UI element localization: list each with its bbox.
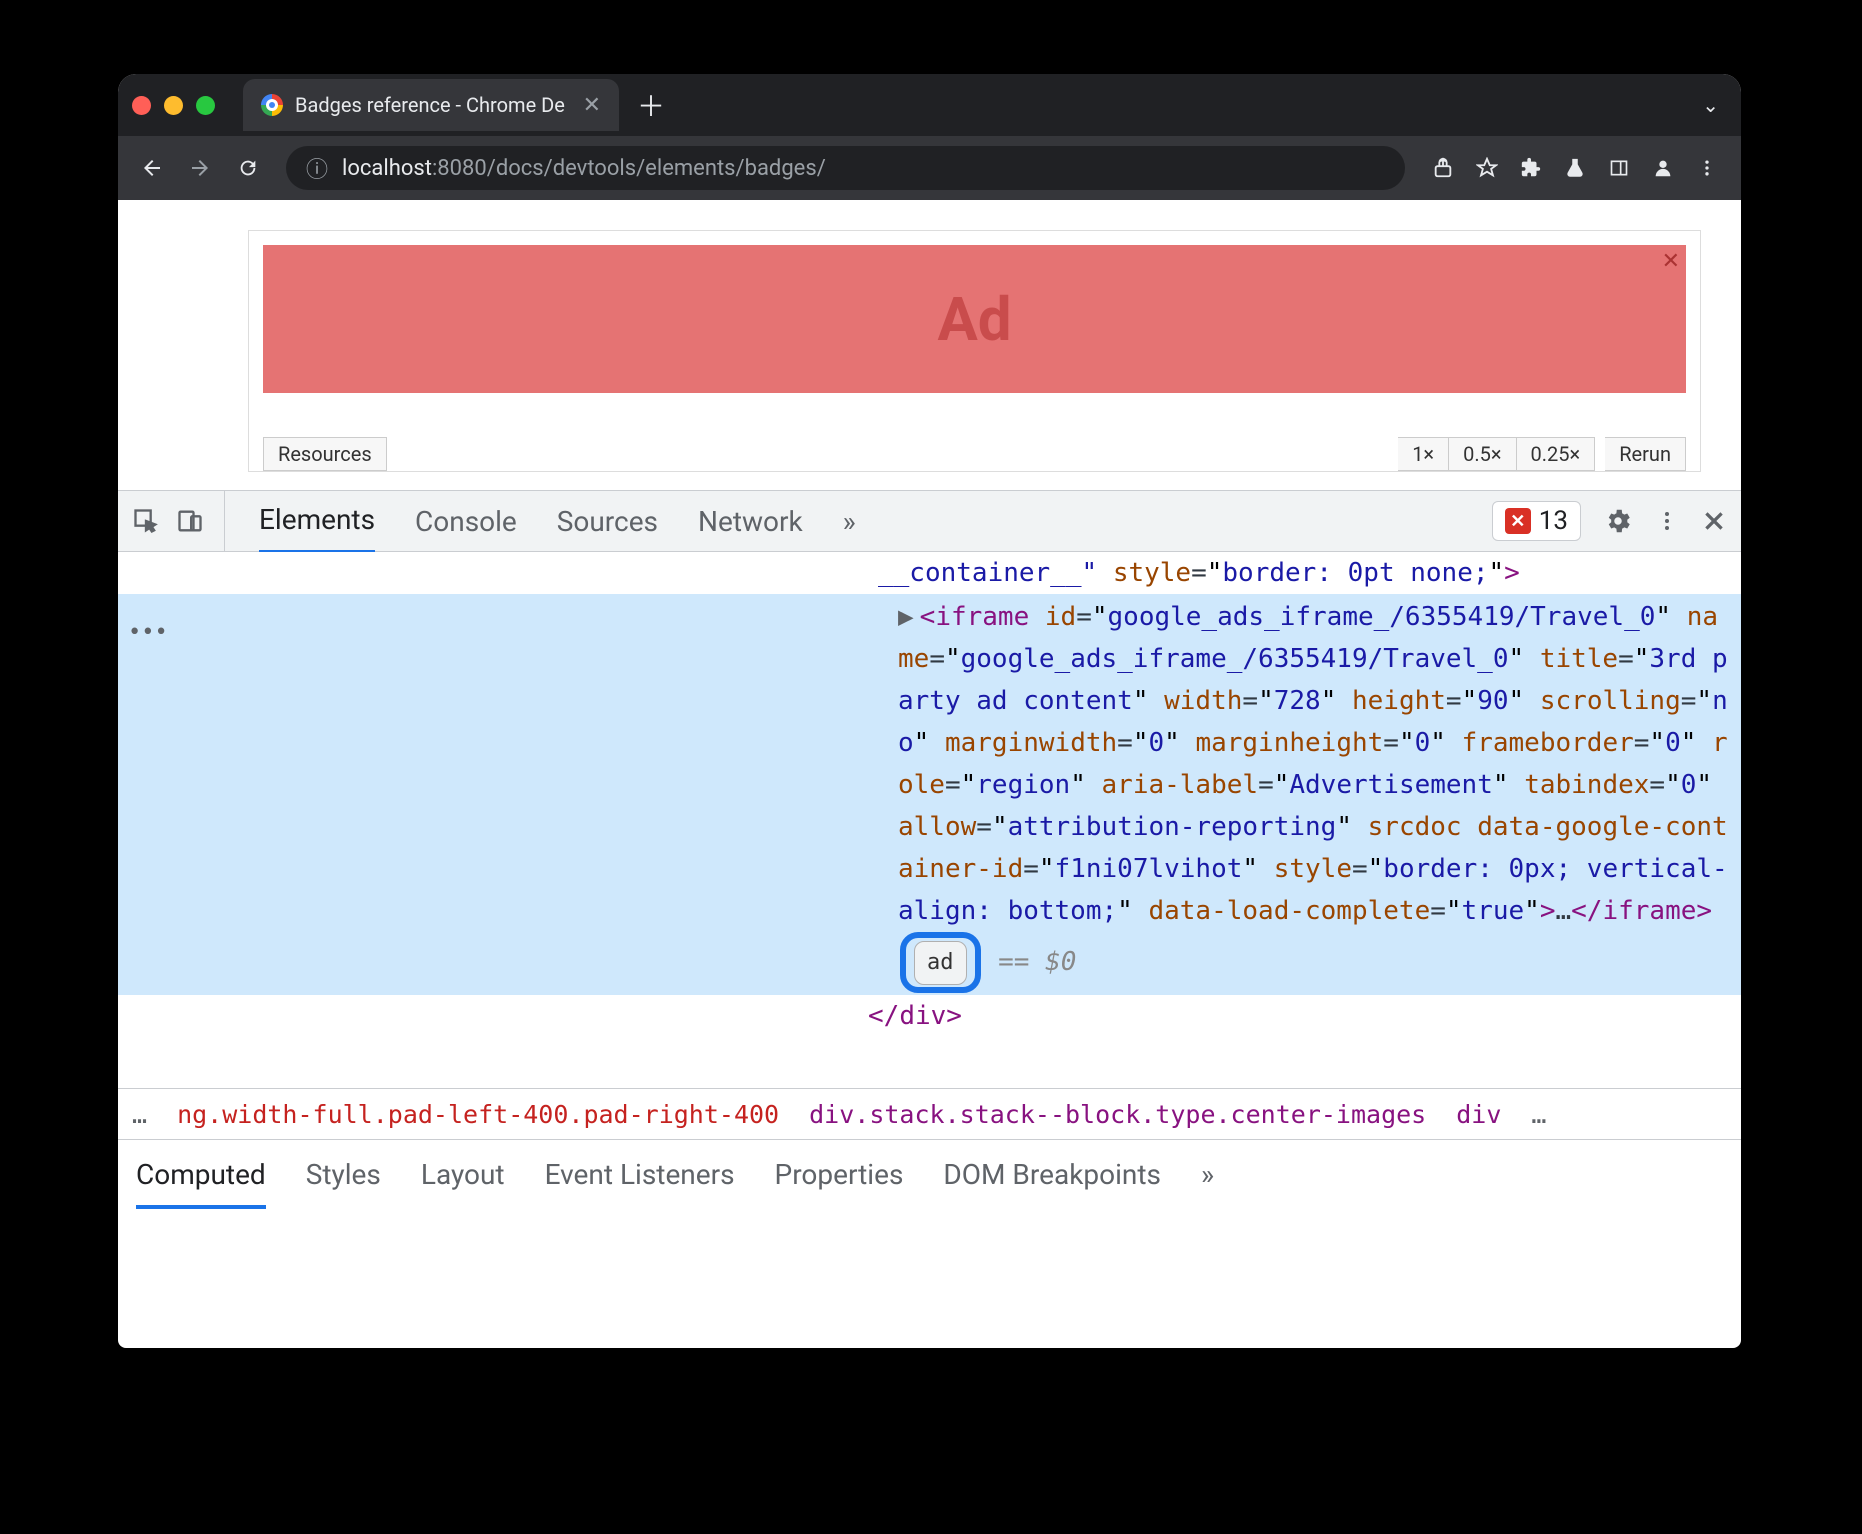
selected-node[interactable]: ••• ▶<iframe id="google_ads_iframe_/6355…: [118, 594, 1741, 995]
styles-tabs-overflow-icon[interactable]: »: [1201, 1158, 1214, 1191]
devtools-left-icons: [132, 491, 225, 551]
tabs-overflow-icon[interactable]: »: [843, 491, 856, 551]
device-mode-icon[interactable]: [176, 507, 204, 535]
styles-panel-tabs: Computed Styles Layout Event Listeners P…: [118, 1139, 1741, 1208]
ad-badge[interactable]: ad: [914, 941, 967, 985]
devtools-right: ✕ 13: [1492, 501, 1727, 541]
close-window-button[interactable]: [132, 96, 151, 115]
tab-properties[interactable]: Properties: [775, 1158, 904, 1191]
breadcrumb-item-3[interactable]: div: [1456, 1100, 1501, 1129]
error-icon: ✕: [1505, 508, 1531, 534]
address-bar[interactable]: ⓘ localhost:8080/docs/devtools/elements/…: [286, 146, 1405, 190]
tab-computed[interactable]: Computed: [136, 1158, 266, 1209]
menu-icon[interactable]: [1687, 148, 1727, 188]
div-close-tag[interactable]: </div>: [118, 995, 1741, 1037]
dom-tree[interactable]: __container__" style="border: 0pt none;"…: [118, 552, 1741, 1088]
panel-icon[interactable]: [1599, 148, 1639, 188]
site-info-icon[interactable]: ⓘ: [306, 152, 328, 184]
error-count: 13: [1539, 506, 1568, 536]
toolbar-right: [1423, 148, 1727, 188]
devtools-toolbar: Elements Console Sources Network » ✕ 13: [118, 490, 1741, 552]
settings-gear-icon[interactable]: [1603, 506, 1633, 536]
close-tab-icon[interactable]: ✕: [583, 93, 601, 118]
zoom-05x-button[interactable]: 0.5×: [1449, 437, 1516, 471]
kebab-menu-icon[interactable]: [1655, 509, 1679, 533]
reload-button[interactable]: [228, 148, 268, 188]
extensions-icon[interactable]: [1511, 148, 1551, 188]
tab-strip: Badges reference - Chrome De ✕ ＋ ⌄: [118, 74, 1741, 136]
breadcrumb-item-1[interactable]: ng.width-full.pad-left-400.pad-right-400: [177, 1100, 779, 1129]
resources-button[interactable]: Resources: [263, 437, 387, 471]
tab-network[interactable]: Network: [698, 491, 803, 551]
ad-close-icon[interactable]: ✕: [1662, 249, 1680, 274]
bookmark-star-icon[interactable]: [1467, 148, 1507, 188]
viewport: Ad ✕ Resources 1× 0.5× 0.25× Rerun: [118, 200, 1741, 490]
demo-controls: Resources 1× 0.5× 0.25× Rerun: [249, 437, 1700, 471]
url-path: :8080/docs/devtools/elements/badges/: [432, 156, 826, 181]
devtools-tabs: Elements Console Sources Network »: [259, 491, 856, 551]
url-host: localhost: [342, 156, 432, 181]
error-count-badge[interactable]: ✕ 13: [1492, 501, 1581, 541]
rerun-button[interactable]: Rerun: [1605, 437, 1686, 471]
toolbar: ⓘ localhost:8080/docs/devtools/elements/…: [118, 136, 1741, 200]
tabs-dropdown-icon[interactable]: ⌄: [1702, 93, 1719, 117]
minimize-window-button[interactable]: [164, 96, 183, 115]
maximize-window-button[interactable]: [196, 96, 215, 115]
dom-line-container-end[interactable]: __container__" style="border: 0pt none;"…: [118, 552, 1741, 594]
console-selected-hint: == $0: [998, 947, 1076, 977]
url: localhost:8080/docs/devtools/elements/ba…: [342, 156, 826, 181]
dom-breadcrumb[interactable]: … ng.width-full.pad-left-400.pad-right-4…: [118, 1088, 1741, 1139]
tab-elements[interactable]: Elements: [259, 490, 375, 554]
tab-title: Badges reference - Chrome De: [295, 93, 565, 117]
ad-label: Ad: [937, 284, 1011, 355]
demo-frame: Ad ✕ Resources 1× 0.5× 0.25× Rerun: [248, 230, 1701, 472]
share-icon[interactable]: [1423, 148, 1463, 188]
ad-badge-highlight: ad: [900, 932, 981, 993]
profile-icon[interactable]: [1643, 148, 1683, 188]
breadcrumb-overflow-right[interactable]: …: [1531, 1100, 1546, 1129]
new-tab-button[interactable]: ＋: [637, 85, 665, 125]
breadcrumb-item-2[interactable]: div.stack.stack--block.type.center-image…: [809, 1100, 1426, 1129]
expand-triangle-icon[interactable]: ▶: [898, 602, 914, 632]
inspect-element-icon[interactable]: [132, 507, 160, 535]
close-devtools-icon[interactable]: [1701, 508, 1727, 534]
tab-sources[interactable]: Sources: [557, 491, 658, 551]
forward-button[interactable]: [180, 148, 220, 188]
breadcrumb-overflow-left[interactable]: …: [132, 1100, 147, 1129]
browser-window: Badges reference - Chrome De ✕ ＋ ⌄ ⓘ loc…: [118, 74, 1741, 1348]
ad-banner[interactable]: Ad ✕: [263, 245, 1686, 393]
tab-dom-breakpoints[interactable]: DOM Breakpoints: [943, 1158, 1161, 1191]
iframe-open-tag[interactable]: ▶<iframe id="google_ads_iframe_/6355419/…: [118, 596, 1741, 993]
node-actions-icon[interactable]: •••: [128, 612, 168, 654]
tab-styles[interactable]: Styles: [306, 1158, 381, 1191]
tab-layout[interactable]: Layout: [421, 1158, 505, 1191]
zoom-1x-button[interactable]: 1×: [1398, 437, 1449, 471]
tab-console[interactable]: Console: [415, 491, 517, 551]
labs-icon[interactable]: [1555, 148, 1595, 188]
zoom-025x-button[interactable]: 0.25×: [1517, 437, 1596, 471]
browser-tab[interactable]: Badges reference - Chrome De ✕: [243, 79, 619, 131]
back-button[interactable]: [132, 148, 172, 188]
tab-event-listeners[interactable]: Event Listeners: [545, 1158, 735, 1191]
window-controls: [132, 96, 215, 115]
chrome-favicon-icon: [261, 94, 283, 116]
